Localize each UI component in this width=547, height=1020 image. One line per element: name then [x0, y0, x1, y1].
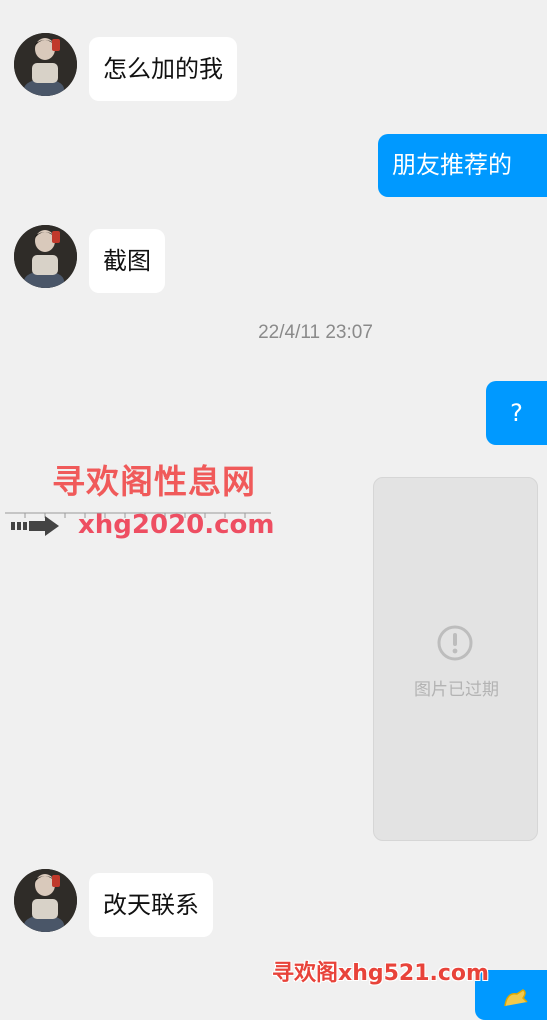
exclamation-circle-icon [437, 625, 473, 661]
message-timestamp: 22/4/11 23:07 [258, 322, 373, 343]
message-bubble-outgoing[interactable]: ? [486, 381, 547, 445]
avatar[interactable] [14, 33, 77, 96]
avatar[interactable] [14, 869, 77, 932]
message-text: 截图 [103, 247, 151, 275]
message-bubble-incoming[interactable]: 截图 [89, 229, 165, 293]
expired-image-label: 图片已过期 [414, 680, 499, 700]
watermark-bottom: 寻欢阁xhg521.com [272, 961, 489, 986]
message-bubble-incoming[interactable]: 怎么加的我 [89, 37, 237, 101]
watermark-url: xhg2020.com [78, 510, 275, 540]
avatar[interactable] [14, 225, 77, 288]
message-text: 改天联系 [103, 891, 199, 919]
message-text: 怎么加的我 [103, 55, 223, 83]
expired-image-placeholder[interactable]: 图片已过期 [373, 477, 538, 841]
emoji-hand-icon [504, 989, 528, 1007]
message-bubble-incoming[interactable]: 改天联系 [89, 873, 213, 937]
message-bubble-outgoing[interactable]: 朋友推荐的 [378, 134, 547, 197]
watermark-title: 寻欢阁性息网 [52, 462, 256, 501]
message-text: 朋友推荐的 [392, 151, 512, 179]
message-text: ? [510, 399, 523, 427]
